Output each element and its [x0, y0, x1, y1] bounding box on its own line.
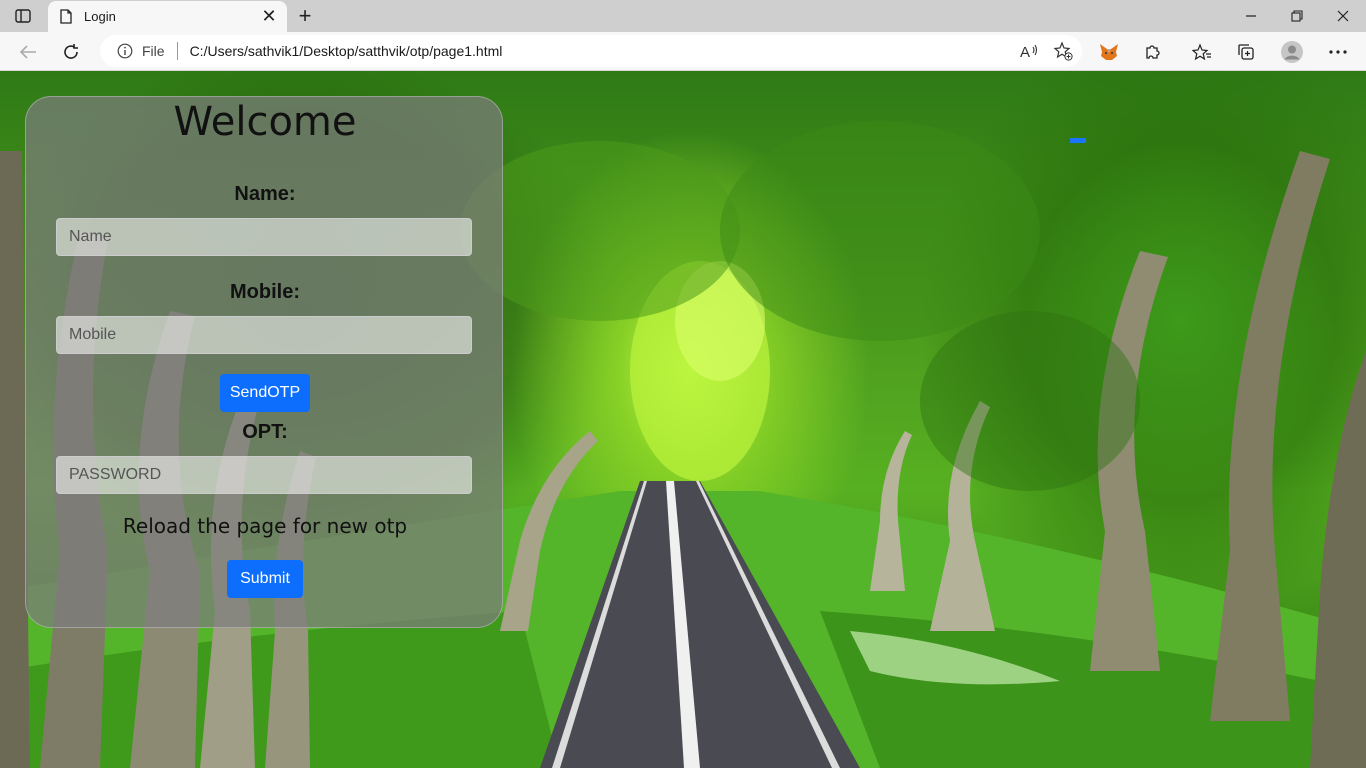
- reload-note: Reload the page for new otp: [122, 514, 408, 538]
- read-aloud-icon[interactable]: A: [1014, 36, 1044, 66]
- svg-text:A: A: [1020, 44, 1030, 60]
- tab-title: Login: [84, 9, 116, 24]
- profile-avatar-icon[interactable]: [1277, 37, 1307, 67]
- page-icon: [59, 9, 73, 25]
- name-label: Name:: [234, 183, 296, 205]
- more-icon[interactable]: [1323, 37, 1353, 67]
- puzzle-icon[interactable]: [1138, 37, 1168, 67]
- welcome-heading: Welcome: [173, 99, 357, 145]
- plus-icon[interactable]: +: [292, 4, 318, 28]
- address-bar[interactable]: File C:/Users/sathvik1/Desktop/satthvik/…: [100, 35, 1082, 67]
- browser-tab-bar: Login ✕ +: [0, 0, 1366, 32]
- reload-icon[interactable]: [56, 37, 86, 67]
- otp-input[interactable]: [56, 456, 472, 494]
- name-input[interactable]: [56, 218, 472, 256]
- page-background: Welcome Name: Mobile: SendOTP OPT: Reloa…: [0, 71, 1366, 768]
- back-arrow-icon[interactable]: [13, 37, 43, 67]
- mobile-label: Mobile:: [230, 281, 300, 303]
- login-card: Welcome Name: Mobile: SendOTP OPT: Reloa…: [25, 96, 503, 628]
- address-divider: [176, 42, 178, 60]
- close-icon[interactable]: ✕: [257, 5, 281, 29]
- browser-tab-login[interactable]: Login ✕: [48, 1, 287, 32]
- mobile-input[interactable]: [56, 316, 472, 354]
- send-otp-button[interactable]: SendOTP: [220, 374, 310, 412]
- collections-icon[interactable]: [1231, 37, 1261, 67]
- favorites-icon[interactable]: [1187, 37, 1217, 67]
- tab-actions-icon[interactable]: [10, 6, 36, 26]
- browser-toolbar: File C:/Users/sathvik1/Desktop/satthvik/…: [0, 32, 1366, 71]
- info-icon[interactable]: [117, 43, 133, 59]
- minimize-icon[interactable]: [1228, 0, 1274, 32]
- submit-button[interactable]: Submit: [227, 560, 303, 598]
- star-plus-icon[interactable]: [1048, 36, 1078, 66]
- fox-extension-icon[interactable]: [1094, 37, 1124, 67]
- otp-label: OPT:: [242, 421, 288, 443]
- close-window-icon[interactable]: [1320, 0, 1366, 32]
- blue-marker: [1070, 138, 1086, 143]
- restore-icon[interactable]: [1274, 0, 1320, 32]
- address-scheme-label: File: [142, 43, 165, 59]
- url-text[interactable]: C:/Users/sathvik1/Desktop/satthvik/otp/p…: [190, 43, 1014, 59]
